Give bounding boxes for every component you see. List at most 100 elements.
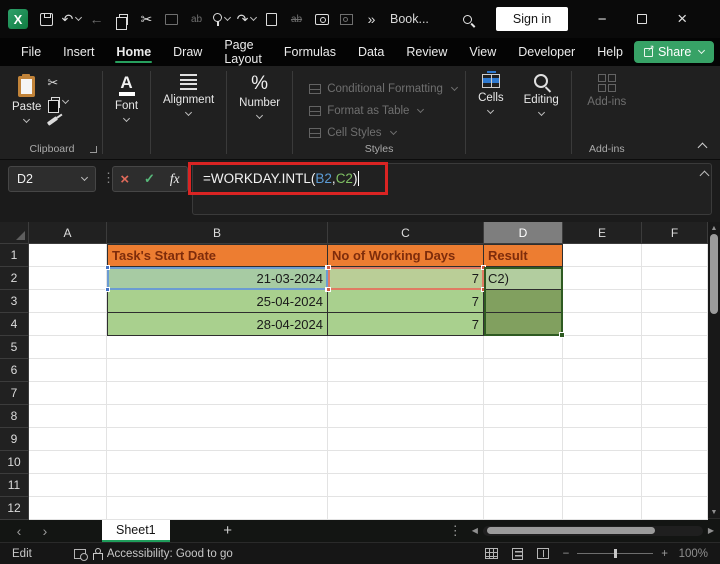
cell-c1[interactable]: No of Working Days	[328, 244, 484, 267]
cell-b1[interactable]: Task's Start Date	[107, 244, 328, 267]
grid-cell[interactable]	[107, 382, 328, 405]
cell-d3[interactable]	[484, 290, 563, 313]
row-header[interactable]: 11	[0, 474, 29, 497]
grid-cell[interactable]	[29, 474, 107, 497]
normal-view-icon[interactable]	[485, 548, 498, 559]
row-header[interactable]: 9	[0, 428, 29, 451]
cell-b4[interactable]: 28-04-2024	[107, 313, 328, 336]
grid-cell[interactable]	[642, 290, 708, 313]
cut-button[interactable]: ✂	[134, 6, 159, 32]
grid-cell[interactable]	[563, 382, 642, 405]
grid-cell[interactable]	[484, 382, 563, 405]
grid-cell[interactable]	[29, 405, 107, 428]
grid-cell[interactable]	[328, 382, 484, 405]
row-header[interactable]: 7	[0, 382, 29, 405]
font-button[interactable]: A Font	[105, 72, 148, 123]
page-break-view-icon[interactable]	[537, 548, 549, 559]
scroll-right-icon[interactable]: ▶	[708, 526, 714, 535]
grid-cell[interactable]	[642, 474, 708, 497]
addins-button[interactable]: Add-ins	[577, 72, 636, 110]
copy-button-ribbon[interactable]	[47, 95, 68, 109]
sign-in-button[interactable]: Sign in	[496, 7, 568, 31]
row-header[interactable]: 6	[0, 359, 29, 382]
col-header-d-selected[interactable]: D	[484, 222, 563, 244]
grid-cell[interactable]	[29, 267, 107, 290]
grid-cell[interactable]	[484, 359, 563, 382]
row-header[interactable]: 2	[0, 267, 29, 290]
grid-cell[interactable]	[328, 451, 484, 474]
horizontal-scrollbar-thumb[interactable]	[487, 527, 655, 534]
scroll-up-icon[interactable]: ▲	[708, 222, 720, 234]
tab-draw[interactable]: Draw	[162, 38, 213, 66]
tab-view[interactable]: View	[458, 38, 507, 66]
cells-button[interactable]: Cells	[468, 72, 514, 115]
minimize-button[interactable]: −	[582, 0, 622, 38]
cell-c4[interactable]: 7	[328, 313, 484, 336]
grid-cell[interactable]	[563, 336, 642, 359]
vertical-scrollbar[interactable]: ▲ ▼	[708, 222, 720, 518]
add-sheet-button[interactable]: +	[216, 522, 240, 539]
tab-page-layout[interactable]: Page Layout	[213, 38, 273, 66]
grid-cell[interactable]	[328, 359, 484, 382]
cell-d4[interactable]	[484, 313, 563, 336]
grid-cell[interactable]	[107, 451, 328, 474]
row-header[interactable]: 8	[0, 405, 29, 428]
redo-button[interactable]: ↷	[234, 6, 259, 32]
close-button[interactable]: ×	[662, 0, 702, 38]
grid-cell[interactable]	[29, 497, 107, 520]
grid-cell[interactable]	[563, 451, 642, 474]
maximize-button[interactable]	[622, 0, 662, 38]
accessibility-status[interactable]: Accessibility: Good to go	[107, 548, 233, 560]
strikethrough-button[interactable]: ab	[284, 6, 309, 32]
grid-cell[interactable]	[563, 244, 642, 267]
horizontal-scrollbar[interactable]: ◀ ▶	[472, 526, 714, 536]
grid-cell[interactable]	[107, 428, 328, 451]
tab-developer[interactable]: Developer	[507, 38, 586, 66]
grid-cell[interactable]	[107, 405, 328, 428]
col-header-a[interactable]: A	[29, 222, 107, 244]
formula-input[interactable]: =WORKDAY.INTL(B2,C2)	[192, 163, 712, 215]
format-painter-button[interactable]	[47, 114, 68, 128]
tab-review[interactable]: Review	[395, 38, 458, 66]
grid-cell[interactable]	[563, 267, 642, 290]
excel-app-icon[interactable]: X	[8, 9, 28, 29]
zoom-slider-thumb[interactable]	[614, 549, 617, 558]
grid-cell[interactable]	[563, 405, 642, 428]
grid-cell[interactable]	[484, 405, 563, 428]
grid-cell[interactable]	[29, 336, 107, 359]
paste-button[interactable]: Paste	[4, 72, 45, 136]
sheet-options-icon[interactable]: ⋮	[449, 523, 462, 539]
grid-cell[interactable]	[328, 474, 484, 497]
grid-cell[interactable]	[642, 336, 708, 359]
grid-cell[interactable]	[328, 336, 484, 359]
grid-cell[interactable]	[642, 428, 708, 451]
select-all-corner[interactable]	[0, 222, 29, 244]
grid-cell[interactable]	[29, 244, 107, 267]
page-layout-view-icon[interactable]	[512, 548, 523, 560]
cell-b2[interactable]: 21-03-2024	[107, 267, 328, 290]
row-header[interactable]: 4	[0, 313, 29, 336]
grid-cell[interactable]	[642, 359, 708, 382]
grid-cell[interactable]	[29, 451, 107, 474]
row-header[interactable]: 3	[0, 290, 29, 313]
touch-mode-button[interactable]	[209, 6, 234, 32]
scroll-left-icon[interactable]: ◀	[472, 526, 478, 535]
cut-button-ribbon[interactable]: ✂	[47, 76, 68, 90]
cell-b3[interactable]: 25-04-2024	[107, 290, 328, 313]
prev-sheet-button[interactable]: ‹	[6, 523, 32, 539]
grid-cell[interactable]	[107, 359, 328, 382]
number-button[interactable]: % Number	[229, 72, 290, 120]
cancel-button[interactable]: ×	[120, 171, 129, 188]
grid-cell[interactable]	[642, 405, 708, 428]
horizontal-scrollbar-track[interactable]	[483, 526, 703, 536]
grid-cell[interactable]	[563, 290, 642, 313]
row-header[interactable]: 1	[0, 244, 29, 267]
grid-cell[interactable]	[642, 497, 708, 520]
enter-button[interactable]: ✓	[144, 171, 155, 187]
tab-data[interactable]: Data	[347, 38, 395, 66]
grid-cell[interactable]	[484, 336, 563, 359]
name-box[interactable]: D2	[8, 166, 96, 192]
grid-cell[interactable]	[563, 428, 642, 451]
zoom-level[interactable]: 100%	[676, 548, 708, 560]
row-header[interactable]: 5	[0, 336, 29, 359]
